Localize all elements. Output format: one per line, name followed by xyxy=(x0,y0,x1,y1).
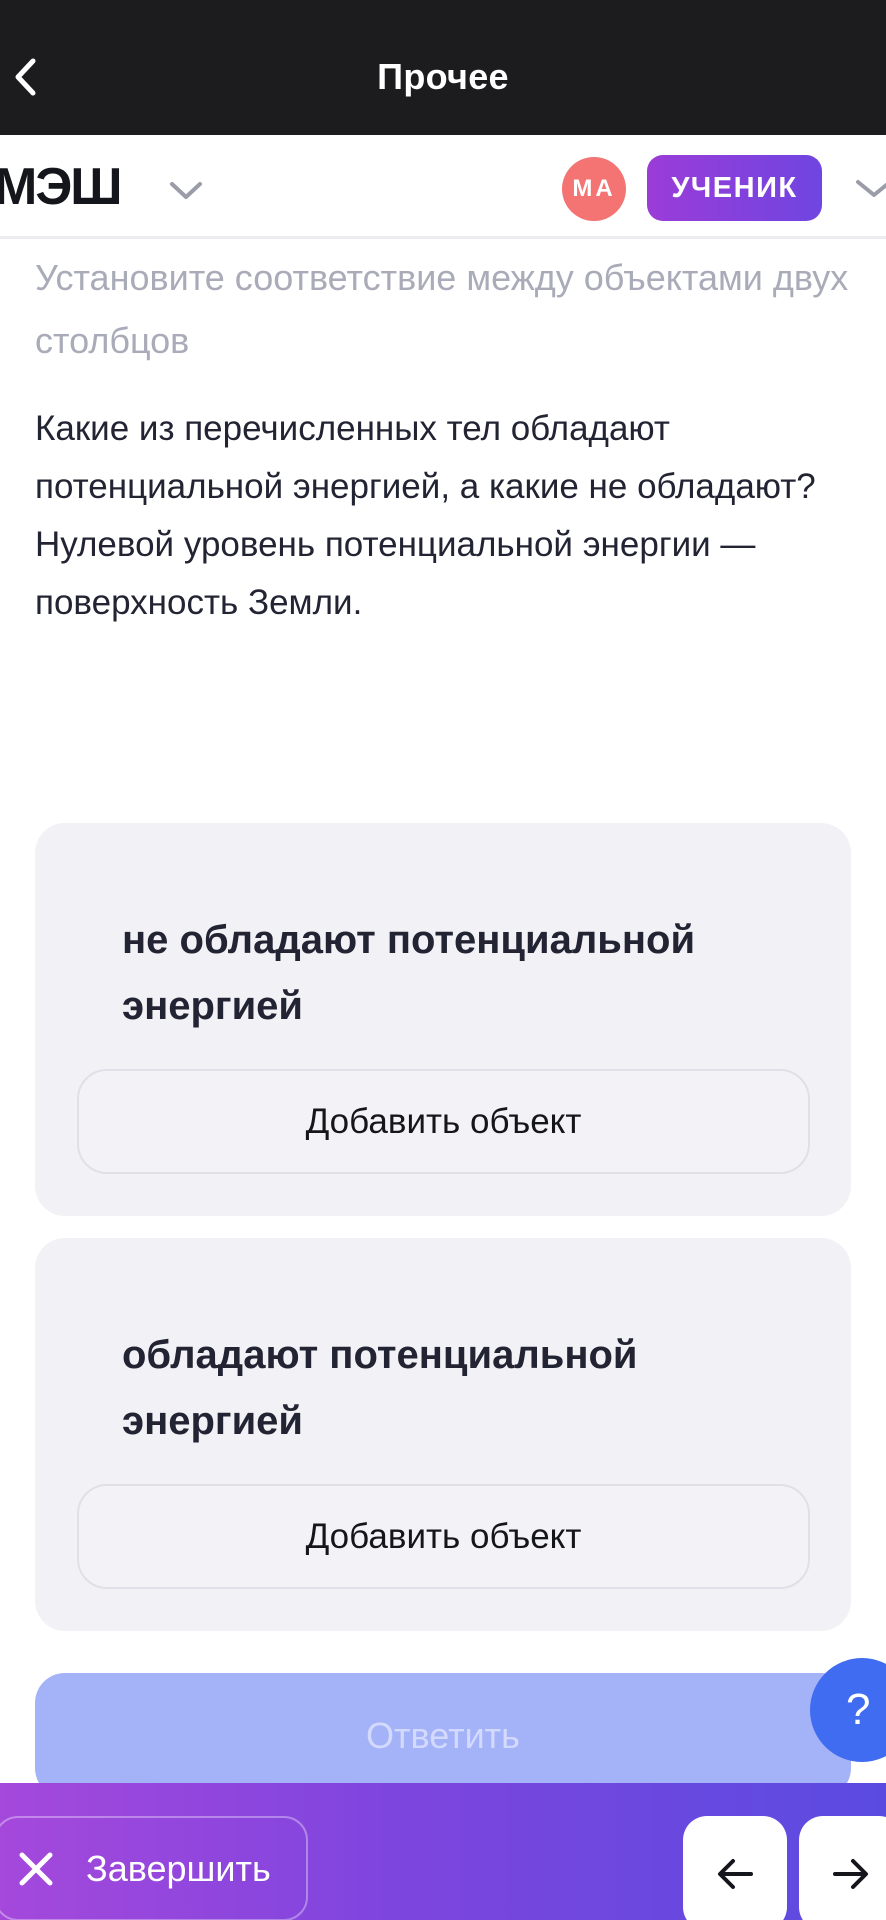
app-header: МЭШ МА УЧЕНИК xyxy=(0,135,886,239)
app-logo[interactable]: МЭШ xyxy=(0,161,123,213)
avatar[interactable]: МА xyxy=(562,157,626,221)
chevron-down-icon[interactable] xyxy=(168,175,204,205)
task-instruction: Установите соответствие между объектами … xyxy=(35,257,849,361)
page-title: Прочее xyxy=(377,56,509,97)
category-title: обладают потенциальной энергией xyxy=(122,1333,638,1443)
role-badge[interactable]: УЧЕНИК xyxy=(647,155,822,221)
finish-label: Завершить xyxy=(86,1847,271,1889)
category-card: не обладают потенциальной энергией Добав… xyxy=(35,823,851,1216)
add-object-button[interactable]: Добавить объект xyxy=(77,1069,810,1174)
previous-button[interactable] xyxy=(683,1816,787,1920)
chevron-down-icon[interactable] xyxy=(854,173,886,203)
category-title: не обладают потенциальной энергией xyxy=(122,918,696,1028)
arrow-left-icon xyxy=(718,1858,753,1889)
category-card: обладают потенциальной энергией Добавить… xyxy=(35,1238,851,1631)
question-text: Какие из перечисленных тел обладают поте… xyxy=(35,409,816,622)
finish-button[interactable]: Завершить xyxy=(0,1816,308,1920)
answer-button[interactable]: Ответить xyxy=(35,1673,851,1798)
arrow-right-icon xyxy=(833,1858,868,1889)
next-button[interactable] xyxy=(799,1816,886,1920)
bottom-bar: Завершить xyxy=(0,1783,886,1920)
add-object-button[interactable]: Добавить объект xyxy=(77,1484,810,1589)
top-bar: Прочее xyxy=(0,0,886,135)
close-icon xyxy=(19,1852,53,1885)
